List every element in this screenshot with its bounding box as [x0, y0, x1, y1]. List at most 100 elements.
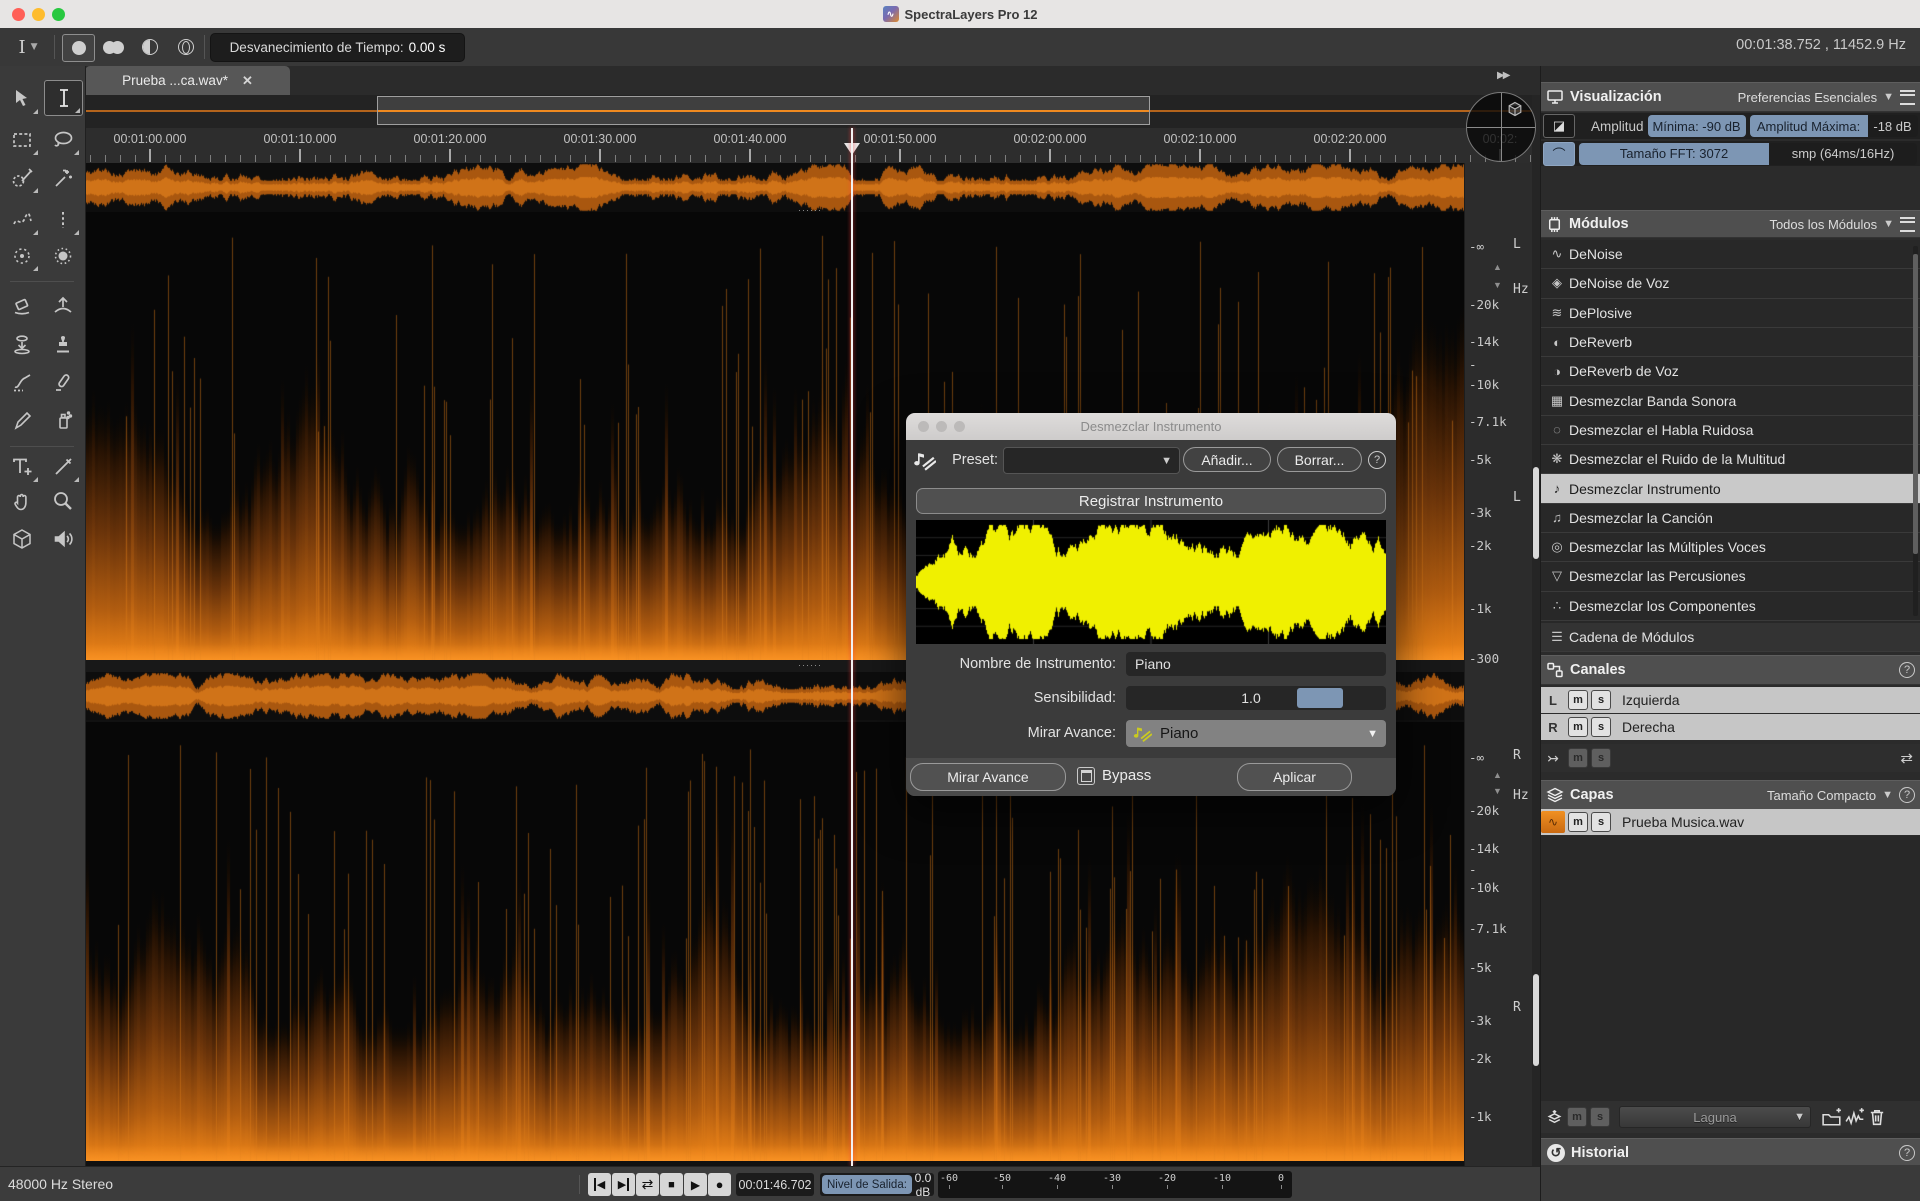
panel-menu-icon[interactable] — [1900, 90, 1915, 105]
solo-button[interactable]: s — [1591, 748, 1611, 768]
mute-button[interactable]: m — [1568, 690, 1588, 710]
modules-scrollbar-thumb[interactable] — [1913, 254, 1918, 554]
dialog-zoom-button[interactable] — [954, 421, 965, 432]
module-item[interactable]: ◌Desmezclar el Habla Ruidosa — [1541, 416, 1920, 445]
zoom-tool[interactable] — [44, 484, 81, 518]
unmix-tool[interactable] — [3, 365, 40, 399]
eraser-tool[interactable] — [3, 288, 40, 322]
channel-routing-icon[interactable]: ⇄ — [1900, 749, 1913, 767]
tab-prueba-musica[interactable]: Prueba ...ca.wav* ✕ — [85, 66, 290, 95]
module-item[interactable]: ◎Desmezclar las Múltiples Voces — [1541, 533, 1920, 562]
preset-add-button[interactable]: Añadir... — [1183, 447, 1271, 472]
scrollbar-thumb[interactable] — [1533, 974, 1539, 1066]
output-level-control[interactable]: Nivel de Salida: 0.0 dB — [820, 1173, 934, 1196]
module-item[interactable]: ∴Desmezclar los Componentes — [1541, 592, 1920, 621]
triangle-down-icon[interactable]: ▼ — [1493, 280, 1502, 290]
help-icon[interactable]: ? — [1368, 451, 1386, 469]
brush-selection-tool[interactable] — [44, 239, 81, 273]
module-item[interactable]: ◑DeReverb de Voz — [1541, 357, 1920, 386]
fft-curve-icon[interactable]: ⌒ — [1543, 142, 1575, 166]
solo-button[interactable]: s — [1591, 812, 1611, 832]
stop-button[interactable]: ■ — [660, 1173, 683, 1196]
vertical-scrollbar[interactable] — [1532, 95, 1540, 1166]
heal-tool[interactable] — [44, 365, 81, 399]
register-instrument-button[interactable]: Registrar Instrumento — [916, 488, 1386, 514]
historial-panel-header[interactable]: ↺ Historial ? — [1541, 1138, 1920, 1167]
panel-menu-icon[interactable] — [1900, 217, 1915, 232]
rectangle-selection-tool[interactable] — [3, 123, 40, 157]
attenuate-tool[interactable] — [3, 327, 40, 361]
preset-select[interactable]: ▼ — [1003, 447, 1180, 474]
channel-row-left[interactable]: L m s Izquierda — [1541, 687, 1920, 713]
help-icon[interactable]: ? — [1899, 662, 1915, 678]
mute-button[interactable]: m — [1568, 748, 1588, 768]
mute-button[interactable]: m — [1568, 812, 1588, 832]
tab-close-icon[interactable]: ✕ — [242, 73, 253, 89]
capas-panel-header[interactable]: Capas Tamaño Compacto ▼ ? — [1541, 780, 1920, 810]
layer-row[interactable]: ∿ m s Prueba Musica.wav — [1541, 809, 1920, 835]
dialog-minimize-button[interactable] — [936, 421, 947, 432]
solo-button[interactable]: s — [1591, 690, 1611, 710]
amplify-tool[interactable] — [44, 288, 81, 322]
module-item[interactable]: ◈DeNoise de Voz — [1541, 269, 1920, 298]
preview-button[interactable]: Mirar Avance — [910, 763, 1066, 791]
waveform-strip-left[interactable] — [86, 163, 1464, 212]
module-item[interactable]: ▦Desmezclar Banda Sonora — [1541, 386, 1920, 415]
move-tool[interactable] — [3, 82, 40, 116]
selection-mode-add-button[interactable] — [98, 34, 129, 60]
visualizacion-panel-header[interactable]: Visualización Preferencias Esenciales ▼ — [1541, 82, 1920, 112]
trash-icon[interactable] — [1868, 1108, 1886, 1126]
loop-button[interactable]: ⇄ — [636, 1173, 659, 1196]
solo-button[interactable]: s — [1591, 717, 1611, 737]
pen-selection-tool[interactable] — [3, 161, 40, 195]
time-fade-field[interactable]: Desvanecimiento de Tiempo: 0.00 s — [210, 33, 465, 62]
dialog-close-button[interactable] — [918, 421, 929, 432]
module-chain-item[interactable]: ☰ Cadena de Módulos — [1541, 623, 1920, 652]
time-ruler[interactable]: 00:01:00.000 00:01:10.000 00:01:20.000 0… — [86, 128, 1540, 163]
3d-navigation-sphere[interactable] — [1466, 92, 1536, 162]
text-tool[interactable] — [3, 450, 40, 484]
active-tool-button[interactable]: I ▼ — [8, 33, 48, 61]
triangle-down-icon[interactable]: ▼ — [1493, 786, 1502, 796]
layer-size-select[interactable]: Tamaño Compacto — [1767, 788, 1876, 803]
spray-tool[interactable] — [44, 403, 81, 437]
magic-wand-tool[interactable] — [44, 161, 81, 195]
go-to-end-button[interactable]: ▶ — [612, 1173, 635, 1196]
blend-mode-select[interactable]: Laguna ▼ — [1619, 1106, 1811, 1128]
preset-delete-button[interactable]: Borrar... — [1277, 447, 1362, 472]
dialog-titlebar[interactable]: Desmezclar Instrumento — [906, 413, 1396, 440]
module-item[interactable]: ≋DePlosive — [1541, 299, 1920, 328]
merge-layers-icon[interactable] — [1545, 1109, 1564, 1126]
playhead-line[interactable] — [851, 128, 853, 1166]
modules-filter-select[interactable]: Todos los Módulos — [1769, 217, 1877, 232]
amplitude-max-control[interactable]: Amplitud Máxima: -18 dB — [1750, 115, 1918, 137]
module-item[interactable]: ∿DeNoise — [1541, 240, 1920, 269]
module-item[interactable]: ◐DeReverb — [1541, 328, 1920, 357]
instrument-name-input[interactable]: Piano — [1126, 652, 1386, 676]
picker-tool[interactable] — [44, 450, 81, 484]
mute-button[interactable]: m — [1568, 717, 1588, 737]
fft-size-control[interactable]: Tamaño FFT: 3072 smp (64ms/16Hz) — [1579, 143, 1917, 165]
selection-mode-intersect-button[interactable] — [170, 34, 201, 60]
apply-button[interactable]: Aplicar — [1237, 763, 1352, 791]
record-button[interactable]: ● — [708, 1173, 731, 1196]
frequency-selection-tool[interactable] — [3, 203, 40, 237]
hand-tool[interactable] — [3, 484, 40, 518]
pencil-tool[interactable] — [3, 403, 40, 437]
bypass-checkbox[interactable] — [1077, 767, 1095, 785]
module-item[interactable]: ❋Desmezclar el Ruido de la Multitud — [1541, 445, 1920, 474]
mute-button[interactable]: m — [1567, 1107, 1587, 1127]
unmix-instrument-dialog[interactable]: Desmezclar Instrumento Preset: ▼ Añadir.… — [906, 413, 1396, 796]
help-icon[interactable]: ? — [1899, 787, 1915, 803]
channel-row-right[interactable]: R m s Derecha — [1541, 714, 1920, 740]
go-to-start-button[interactable]: ◀ — [588, 1173, 611, 1196]
3d-view-tool[interactable] — [3, 522, 40, 556]
module-item-selected[interactable]: ♪Desmezclar Instrumento — [1541, 474, 1920, 503]
time-selection-tool[interactable] — [44, 80, 83, 116]
selection-mode-replace-button[interactable] — [62, 34, 95, 62]
solo-button[interactable]: s — [1590, 1107, 1610, 1127]
display-preferences-select[interactable]: Preferencias Esenciales — [1738, 90, 1877, 105]
selection-mode-subtract-button[interactable] — [134, 34, 165, 60]
strip-resize-handle[interactable]: ······ — [798, 660, 822, 670]
sensitivity-slider[interactable]: 1.0 — [1126, 686, 1386, 710]
